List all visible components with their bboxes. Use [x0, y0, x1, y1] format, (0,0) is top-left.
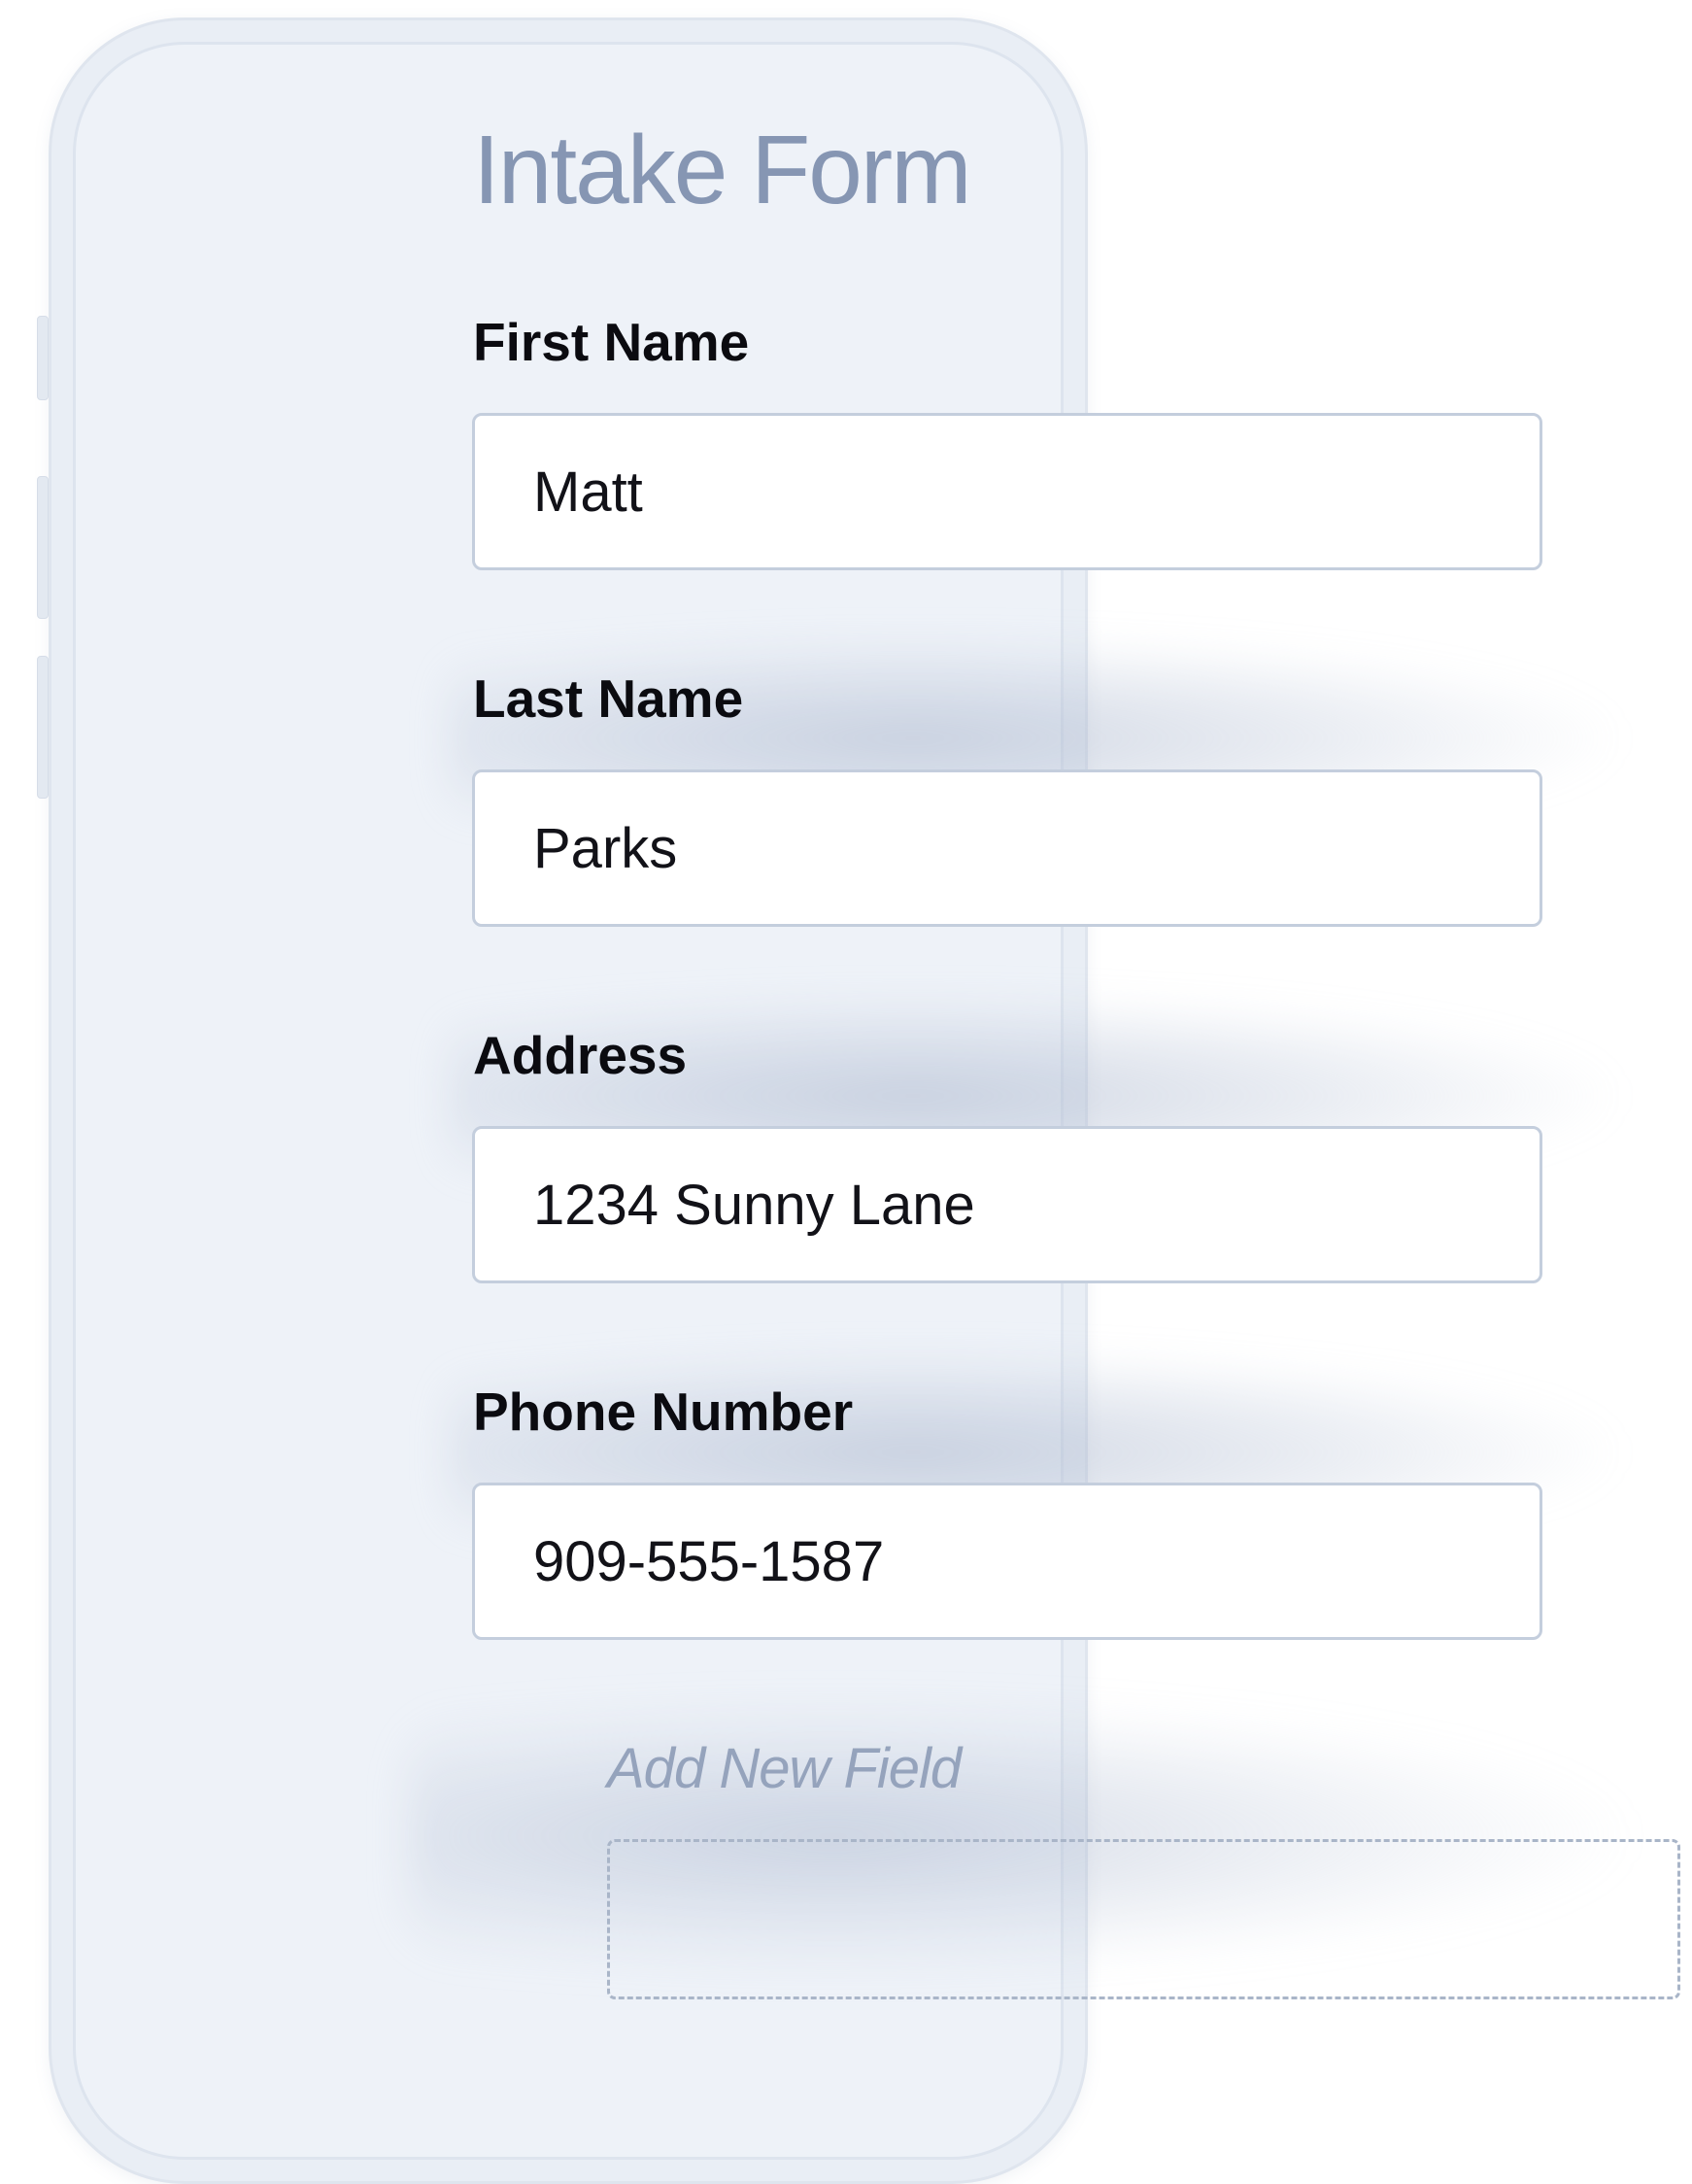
- first-name-label: First Name: [473, 312, 750, 372]
- form-title: Intake Form: [473, 116, 971, 224]
- address-input[interactable]: [472, 1126, 1542, 1283]
- first-name-input[interactable]: [472, 413, 1542, 570]
- add-new-field-label: Add New Field: [607, 1737, 962, 1800]
- address-label: Address: [473, 1025, 688, 1085]
- last-name-label: Last Name: [473, 668, 744, 729]
- phone-number-input[interactable]: [472, 1483, 1542, 1640]
- phone-side-button: [37, 316, 49, 400]
- last-name-input[interactable]: [472, 769, 1542, 927]
- add-new-field-dropzone[interactable]: [607, 1839, 1680, 1999]
- phone-volume-up-button: [37, 476, 49, 619]
- phone-volume-down-button: [37, 656, 49, 799]
- phone-number-label: Phone Number: [473, 1382, 854, 1442]
